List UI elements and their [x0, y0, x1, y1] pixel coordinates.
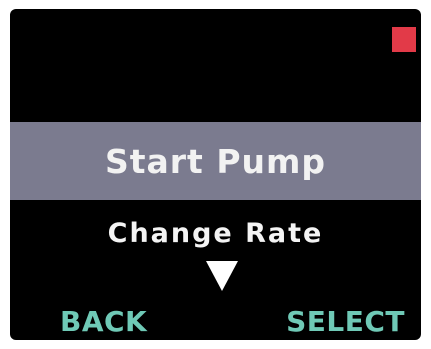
status-indicator-square: [392, 27, 416, 52]
back-button[interactable]: BACK: [60, 302, 147, 340]
pump-display-screen: Start Pump Change Rate BACK SELECT: [10, 9, 421, 340]
triangle-down-icon: [206, 261, 238, 291]
menu-item-change-rate[interactable]: Change Rate: [10, 212, 421, 254]
menu-item-label: Change Rate: [107, 217, 324, 249]
menu-item-label: Start Pump: [104, 141, 327, 181]
menu-item-start-pump[interactable]: Start Pump: [10, 122, 421, 200]
select-button[interactable]: SELECT: [286, 302, 405, 340]
